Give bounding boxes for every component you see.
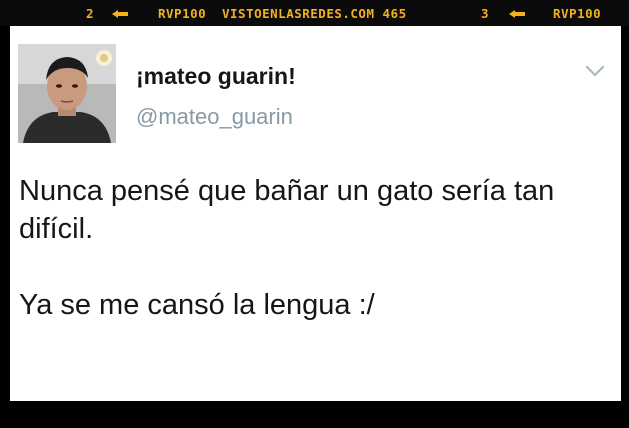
right-count: 3: [481, 6, 490, 21]
left-code: RVP100: [158, 6, 207, 21]
user-handle[interactable]: @mateo_guarin: [136, 104, 293, 130]
top-ticker-bar: 2 RVP100 VISTOENLASREDES.COM 465 3 RVP10…: [0, 0, 629, 26]
display-name[interactable]: ¡mateo guarin!: [136, 63, 296, 90]
tweet-text-line-2: Ya se me cansó la lengua :/: [19, 289, 375, 321]
tweet-text: Nunca pensé que bañar un gato sería tan …: [19, 172, 609, 324]
avatar-image: [18, 44, 116, 143]
avatar[interactable]: [18, 44, 116, 143]
left-count: 2: [86, 6, 95, 21]
right-arrow-icon: [509, 6, 525, 21]
right-code: RVP100: [553, 6, 602, 21]
site-text: VISTOENLASREDES.COM 465: [222, 6, 407, 21]
tweet-card: ¡mateo guarin! @mateo_guarin Nunca pensé…: [10, 26, 621, 401]
chevron-down-icon[interactable]: [585, 64, 605, 78]
left-arrow-icon: [112, 6, 128, 21]
tweet-text-line-1: Nunca pensé que bañar un gato sería tan …: [19, 175, 555, 245]
